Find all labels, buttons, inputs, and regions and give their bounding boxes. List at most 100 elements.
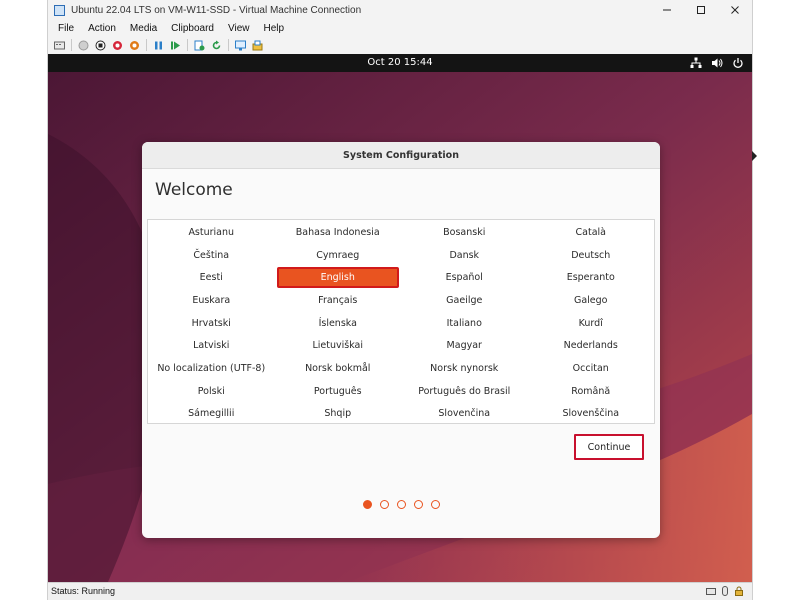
clock[interactable]: Oct 20 15:44 — [48, 54, 752, 72]
vm-connection-window: Ubuntu 22.04 LTS on VM-W11-SSD - Virtual… — [47, 0, 757, 600]
language-item[interactable]: Eesti — [148, 266, 275, 289]
toolbar-separator — [228, 39, 229, 51]
share-icon[interactable] — [252, 40, 263, 51]
ctrl-alt-del-icon[interactable] — [54, 40, 65, 51]
language-item[interactable]: Deutsch — [528, 244, 655, 267]
language-item[interactable]: Polski — [148, 380, 275, 403]
language-item[interactable]: Slovenščina — [528, 403, 655, 426]
hyperv-connection-icon — [54, 4, 65, 16]
language-label: Čeština — [193, 249, 230, 261]
language-item[interactable]: Dansk — [401, 244, 528, 267]
language-item[interactable]: Íslenska — [275, 312, 402, 335]
language-label: Asturianu — [188, 226, 235, 238]
language-item[interactable]: Bosanski — [401, 221, 528, 244]
language-label: Sámegillii — [188, 408, 235, 420]
language-item[interactable]: Euskara — [148, 289, 275, 312]
language-item[interactable]: Asturianu — [148, 221, 275, 244]
menu-help[interactable]: Help — [263, 23, 284, 34]
language-item[interactable]: Español — [401, 266, 528, 289]
language-item[interactable]: Galego — [528, 289, 655, 312]
turn-off-icon[interactable] — [95, 40, 106, 51]
lock-icon — [734, 586, 744, 596]
language-label: Kurdî — [578, 317, 603, 329]
maximize-icon[interactable] — [684, 0, 718, 20]
start-icon[interactable] — [78, 40, 89, 51]
checkpoint-icon[interactable] — [194, 40, 205, 51]
language-item[interactable]: Português — [275, 380, 402, 403]
language-item[interactable]: Bahasa Indonesia — [275, 221, 402, 244]
language-item[interactable]: Lietuviškai — [275, 334, 402, 357]
language-item[interactable]: Norsk nynorsk — [401, 357, 528, 380]
menu-clipboard[interactable]: Clipboard — [171, 23, 214, 34]
status-icons — [706, 586, 744, 596]
language-item[interactable]: Esperanto — [528, 266, 655, 289]
language-item[interactable]: Latviski — [148, 334, 275, 357]
toolbar-separator — [71, 39, 72, 51]
language-item[interactable]: Français — [275, 289, 402, 312]
language-item-selected[interactable]: English — [275, 266, 402, 289]
language-label: Deutsch — [571, 249, 611, 261]
language-item[interactable]: Occitan — [528, 357, 655, 380]
system-configuration-dialog: System Configuration Welcome Asturianu Ba… — [142, 142, 660, 538]
volume-icon[interactable] — [711, 57, 723, 69]
minimize-icon[interactable] — [650, 0, 684, 20]
revert-icon[interactable] — [211, 40, 222, 51]
language-item[interactable]: No localization (UTF-8) — [148, 357, 275, 380]
language-label: Occitan — [572, 362, 609, 374]
cursor-icon — [752, 146, 758, 161]
language-item[interactable]: Čeština — [148, 244, 275, 267]
language-item[interactable]: Gaeilge — [401, 289, 528, 312]
page-dot[interactable] — [379, 500, 389, 509]
language-label: Norsk bokmål — [305, 362, 371, 374]
language-item[interactable]: Slovenčina — [401, 403, 528, 426]
status-text: Status: Running — [51, 586, 116, 596]
language-item[interactable]: Magyar — [401, 334, 528, 357]
language-label: Română — [571, 385, 611, 397]
guest-screen[interactable]: Oct 20 15:44 System Configuration Welcom… — [48, 54, 752, 582]
power-icon[interactable] — [732, 57, 744, 69]
menu-view[interactable]: View — [228, 23, 250, 34]
save-icon[interactable] — [129, 40, 140, 51]
language-item[interactable]: Kurdî — [528, 312, 655, 335]
resume-icon[interactable] — [170, 40, 181, 51]
status-bar: Status: Running — [48, 582, 752, 600]
page-dot[interactable] — [396, 500, 406, 509]
language-item[interactable]: Cymraeg — [275, 244, 402, 267]
language-item[interactable]: Norsk bokmål — [275, 357, 402, 380]
language-item[interactable]: Sámegillii — [148, 403, 275, 426]
language-grid: Asturianu Bahasa Indonesia Bosanski Català Č… — [148, 220, 654, 423]
close-icon[interactable] — [718, 0, 752, 20]
network-icon[interactable] — [690, 57, 702, 69]
keyboard-icon — [706, 586, 716, 596]
language-label: Cymraeg — [316, 249, 360, 261]
language-label: Português do Brasil — [418, 385, 511, 397]
language-item[interactable]: Português do Brasil — [401, 380, 528, 403]
window-controls — [650, 0, 752, 20]
welcome-heading: Welcome — [155, 180, 233, 200]
continue-button[interactable]: Continue — [574, 434, 644, 460]
shut-down-icon[interactable] — [112, 40, 123, 51]
system-tray[interactable] — [690, 54, 744, 72]
language-label: Slovenščina — [562, 408, 620, 420]
language-item[interactable]: Hrvatski — [148, 312, 275, 335]
language-label: Eesti — [199, 272, 223, 284]
menu-action[interactable]: Action — [88, 23, 116, 34]
page-dot[interactable] — [413, 500, 423, 509]
menu-file[interactable]: File — [58, 23, 74, 34]
language-item[interactable]: Nederlands — [528, 334, 655, 357]
language-list[interactable]: Asturianu Bahasa Indonesia Bosanski Català Č… — [147, 219, 655, 424]
page-dot-active[interactable] — [362, 500, 372, 509]
language-label: Dansk — [449, 249, 480, 261]
language-item[interactable]: Shqip — [275, 403, 402, 426]
language-item[interactable]: Română — [528, 380, 655, 403]
language-item[interactable]: Italiano — [401, 312, 528, 335]
enhanced-session-icon[interactable] — [235, 40, 246, 51]
language-item[interactable]: Català — [528, 221, 655, 244]
page-dot[interactable] — [430, 500, 440, 509]
language-label: Italiano — [446, 317, 482, 329]
pagination-dots — [142, 500, 660, 509]
pause-icon[interactable] — [153, 40, 164, 51]
language-label: Gaeilge — [446, 294, 483, 306]
language-label: Galego — [573, 294, 608, 306]
menu-media[interactable]: Media — [130, 23, 157, 34]
